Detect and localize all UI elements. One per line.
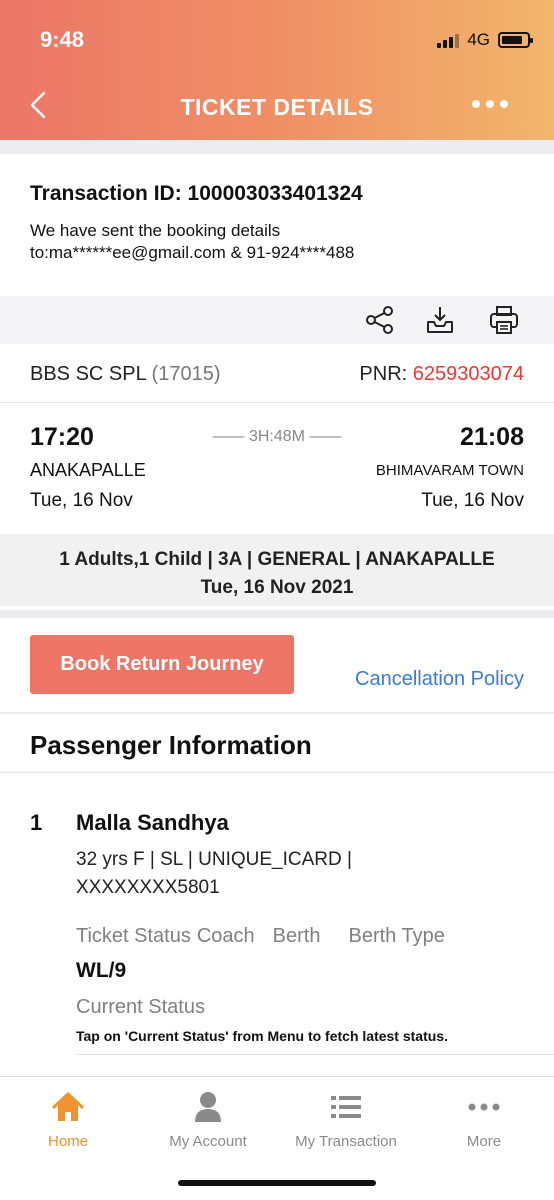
ticket-column-labels: Ticket Status Coach Berth Berth Type bbox=[76, 925, 457, 948]
tab-label: My Account bbox=[169, 1133, 247, 1150]
page-title: TICKET DETAILS bbox=[180, 94, 374, 120]
train-number: (17015) bbox=[151, 363, 221, 385]
print-icon[interactable] bbox=[488, 304, 520, 336]
cancellation-policy-link[interactable]: Cancellation Policy bbox=[355, 668, 524, 691]
passenger-details-line1: 32 yrs F | SL | UNIQUE_ICARD | bbox=[76, 849, 352, 870]
passenger-index: 1 bbox=[30, 810, 43, 835]
home-icon bbox=[52, 1092, 84, 1121]
transaction-card: Transaction ID: 100003033401324 We have … bbox=[0, 154, 554, 296]
journey-summary: 1 Adults,1 Child | 3A | GENERAL | ANAKAP… bbox=[0, 534, 554, 606]
label-coach: Coach bbox=[196, 925, 255, 947]
label-berth-type: Berth Type bbox=[348, 925, 445, 947]
pnr-value: 6259303074 bbox=[412, 363, 524, 385]
network-type: 4G bbox=[467, 30, 490, 49]
signal-icon bbox=[437, 32, 460, 48]
status-time: 9:48 bbox=[40, 27, 85, 52]
label-berth: Berth bbox=[272, 925, 321, 947]
tab-my-account[interactable]: My Account bbox=[138, 1091, 278, 1150]
label-ticket-status: Ticket Status bbox=[76, 925, 191, 947]
train-name-text: BBS SC SPL bbox=[30, 363, 146, 385]
tab-label: More bbox=[466, 1133, 502, 1150]
section-title: Passenger Information bbox=[30, 730, 312, 760]
tab-home[interactable]: Home bbox=[0, 1091, 138, 1150]
passenger-info-card: Passenger Information 1 Malla Sandhya 32… bbox=[0, 714, 554, 1076]
battery-icon bbox=[498, 32, 533, 48]
booking-sent-line2: to:ma******ee@gmail.com & 91-924****488 bbox=[30, 243, 355, 262]
pnr-label: PNR: bbox=[359, 363, 408, 385]
app-header: 9:48 4G TICKET DETAILS bbox=[0, 0, 554, 140]
divider bbox=[76, 1054, 554, 1055]
list-icon bbox=[331, 1096, 361, 1118]
tab-more[interactable]: More bbox=[414, 1091, 554, 1150]
current-status-label: Current Status bbox=[76, 996, 205, 1018]
from-station: ANAKAPALLE bbox=[30, 460, 146, 480]
train-info-card: BBS SC SPL (17015) PNR: 6259303074 17:20… bbox=[0, 344, 554, 610]
arrival-date: Tue, 16 Nov bbox=[421, 490, 524, 511]
current-status-hint: Tap on 'Current Status' from Menu to fet… bbox=[76, 1028, 448, 1044]
ticket-actions-bar bbox=[0, 296, 554, 344]
passenger-name: Malla Sandhya bbox=[76, 810, 229, 835]
train-name: BBS SC SPL (17015) bbox=[30, 363, 220, 386]
tab-label: My Transaction bbox=[295, 1133, 397, 1150]
pnr: PNR: 6259303074 bbox=[359, 363, 524, 386]
download-icon[interactable] bbox=[424, 304, 456, 336]
passenger-details: 32 yrs F | SL | UNIQUE_ICARD | XXXXXXXX5… bbox=[76, 846, 406, 902]
transaction-id: Transaction ID: 100003033401324 bbox=[30, 182, 363, 205]
share-icon[interactable] bbox=[364, 304, 396, 336]
departure-date: Tue, 16 Nov bbox=[30, 490, 133, 511]
to-station: BHIMAVARAM TOWN bbox=[375, 462, 524, 479]
booking-sent-line1: We have sent the booking details bbox=[30, 221, 281, 240]
passenger-details-line2: XXXXXXXX5801 bbox=[76, 877, 220, 898]
journey-summary-line2: Tue, 16 Nov 2021 bbox=[200, 577, 354, 598]
booking-sent-message: We have sent the booking details to:ma**… bbox=[30, 220, 524, 264]
more-options-icon[interactable] bbox=[472, 100, 508, 108]
arrival-time: 21:08 bbox=[460, 423, 524, 451]
divider bbox=[0, 402, 554, 403]
home-indicator bbox=[178, 1180, 376, 1186]
person-icon bbox=[195, 1092, 221, 1122]
booking-actions: Book Return Journey Cancellation Policy bbox=[0, 618, 554, 712]
tab-label: Home bbox=[47, 1133, 88, 1150]
book-return-journey-button[interactable]: Book Return Journey bbox=[30, 635, 294, 694]
divider bbox=[0, 772, 554, 773]
tab-my-transaction[interactable]: My Transaction bbox=[276, 1091, 416, 1150]
journey-summary-line1: 1 Adults,1 Child | 3A | GENERAL | ANAKAP… bbox=[59, 549, 495, 570]
ticket-status-value: WL/9 bbox=[76, 959, 127, 982]
status-indicators: 4G bbox=[437, 30, 533, 50]
more-dots-icon bbox=[468, 1103, 500, 1111]
